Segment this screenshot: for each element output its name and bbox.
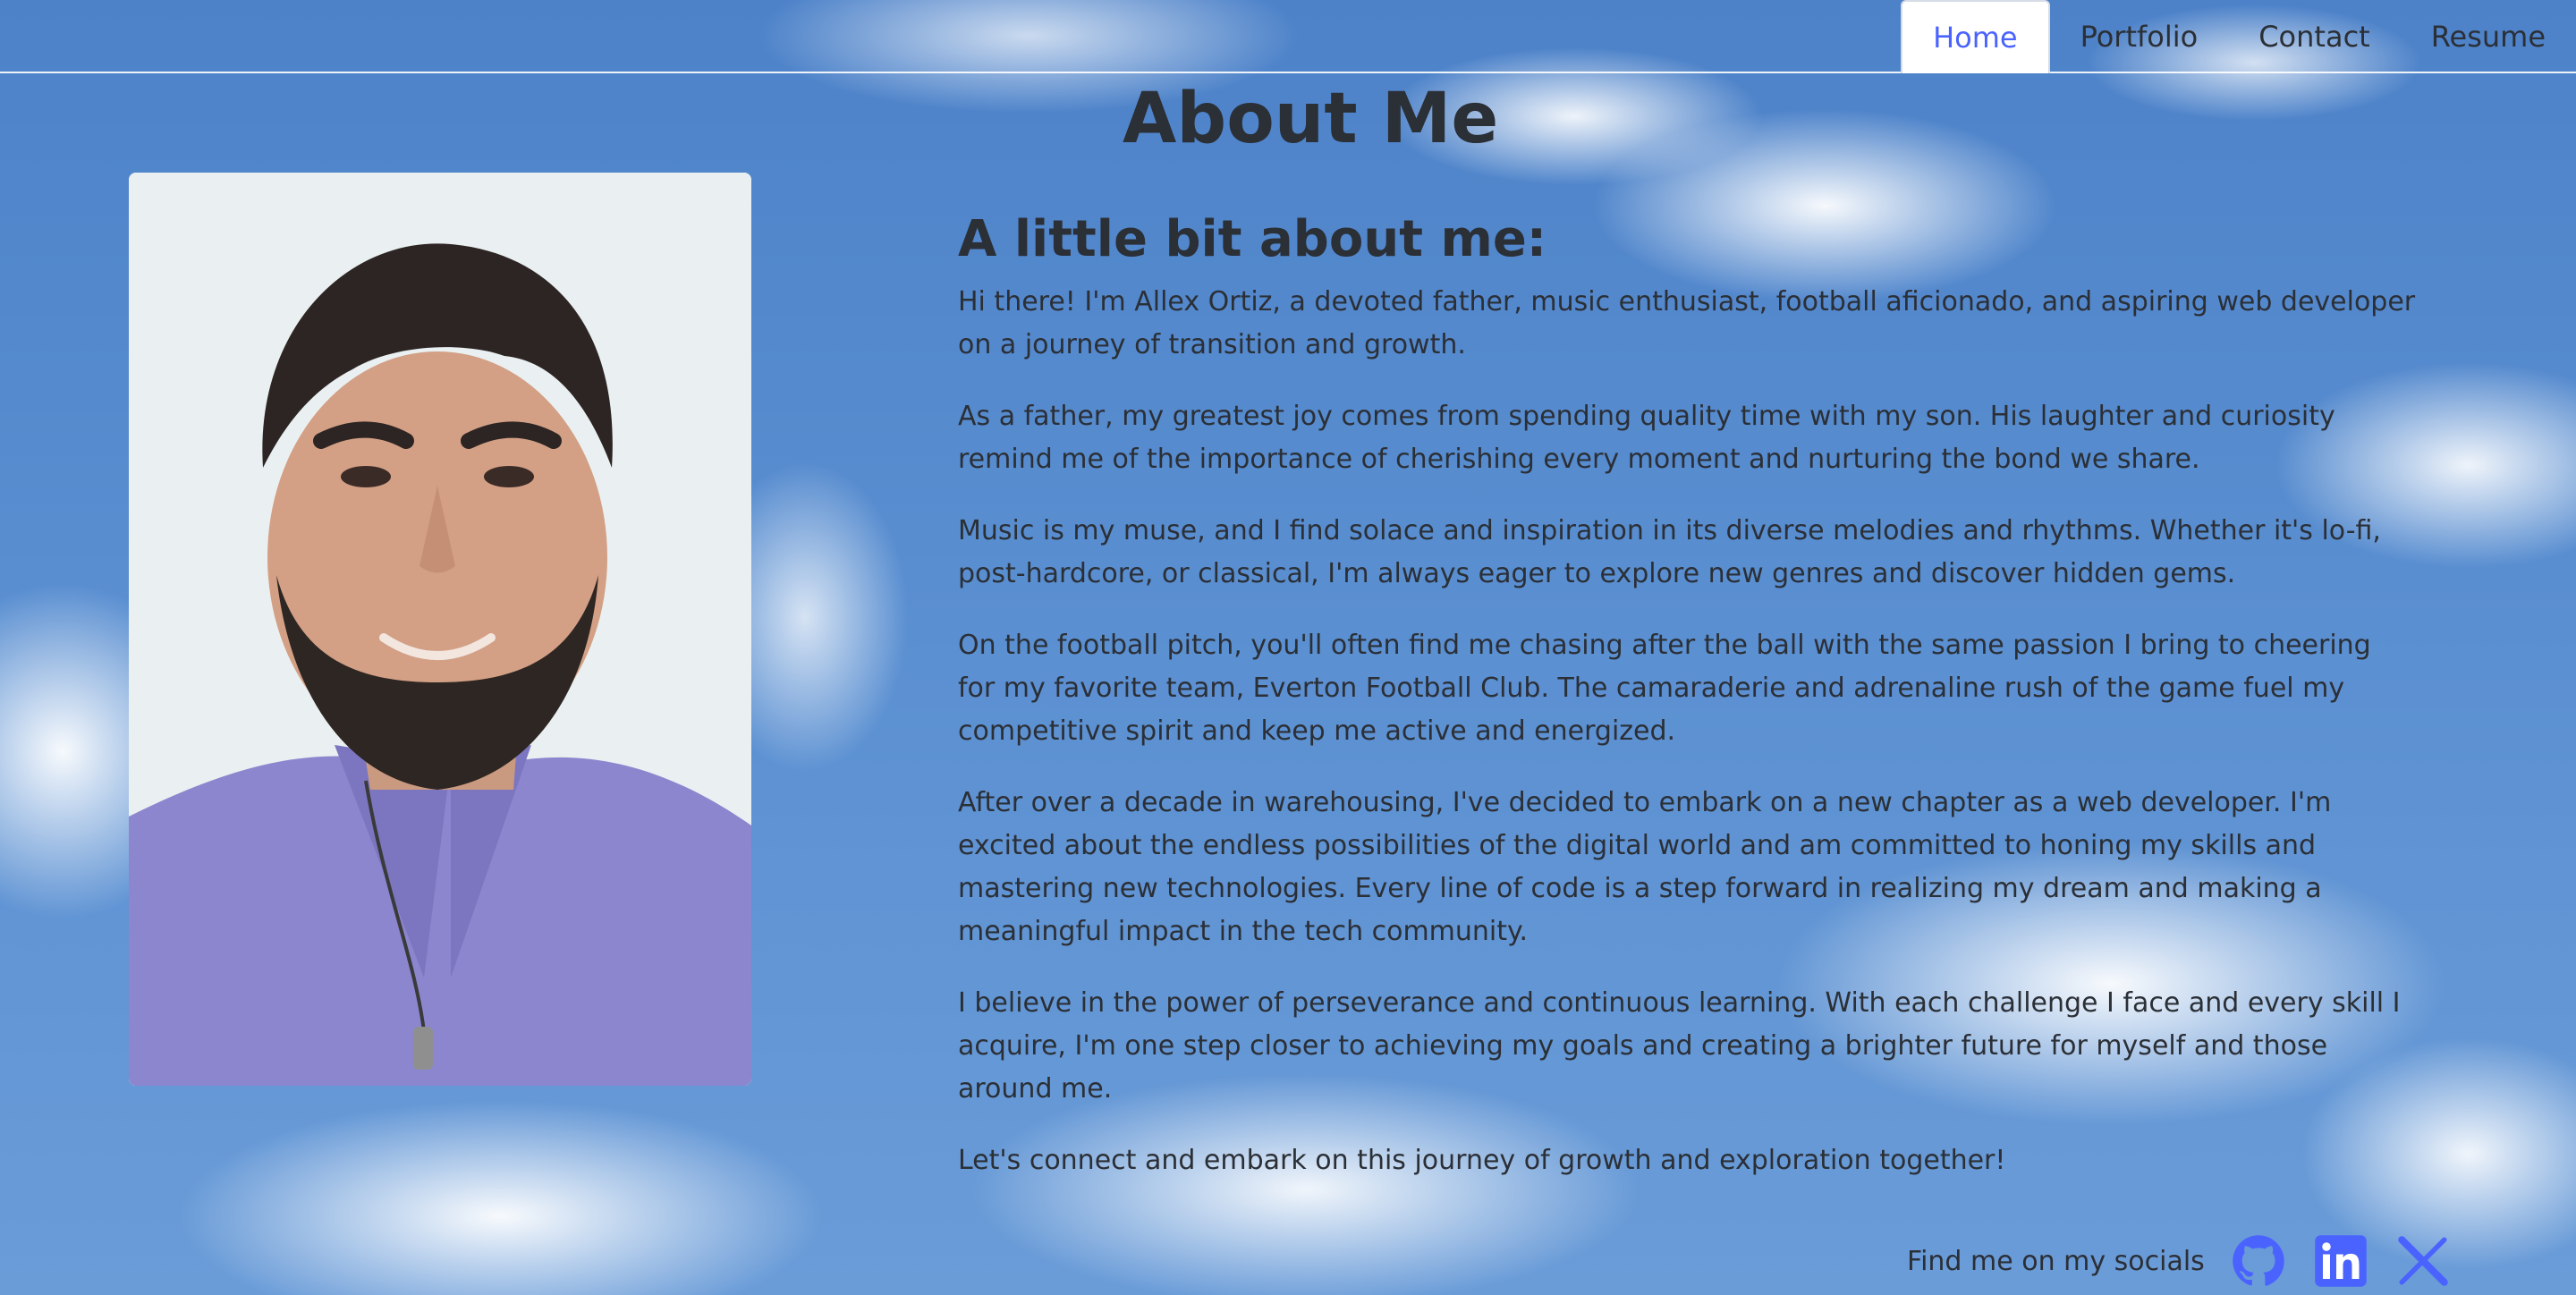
nav-portfolio[interactable]: Portfolio: [2050, 0, 2229, 73]
about-subtitle: A little bit about me:: [958, 210, 1547, 268]
social-links: Find me on my socials: [1907, 1232, 2479, 1290]
socials-label: Find me on my socials: [1907, 1245, 2205, 1277]
top-nav: Home Portfolio Contact Resume: [1901, 0, 2576, 73]
x-icon[interactable]: [2396, 1234, 2450, 1288]
nav-resume[interactable]: Resume: [2401, 0, 2576, 73]
about-paragraph: After over a decade in warehousing, I've…: [958, 787, 2332, 947]
about-paragraph: Music is my muse, and I find solace and …: [958, 515, 2381, 589]
about-paragraph: I believe in the power of perseverance a…: [958, 987, 2401, 1105]
profile-photo: [129, 173, 751, 1086]
page-title: About Me: [1123, 79, 1499, 159]
about-section: A little bit about me: Hi there! I'm All…: [958, 210, 2416, 1211]
nav-contact[interactable]: Contact: [2228, 0, 2401, 73]
github-icon[interactable]: [2232, 1234, 2285, 1288]
nav-home[interactable]: Home: [1901, 0, 2050, 73]
about-paragraph: Let's connect and embark on this journey…: [958, 1145, 2006, 1176]
about-paragraph: Hi there! I'm Allex Ortiz, a devoted fat…: [958, 286, 2416, 360]
about-paragraph: On the football pitch, you'll often find…: [958, 630, 2371, 747]
about-paragraph: As a father, my greatest joy comes from …: [958, 401, 2335, 475]
linkedin-icon[interactable]: [2314, 1234, 2368, 1288]
